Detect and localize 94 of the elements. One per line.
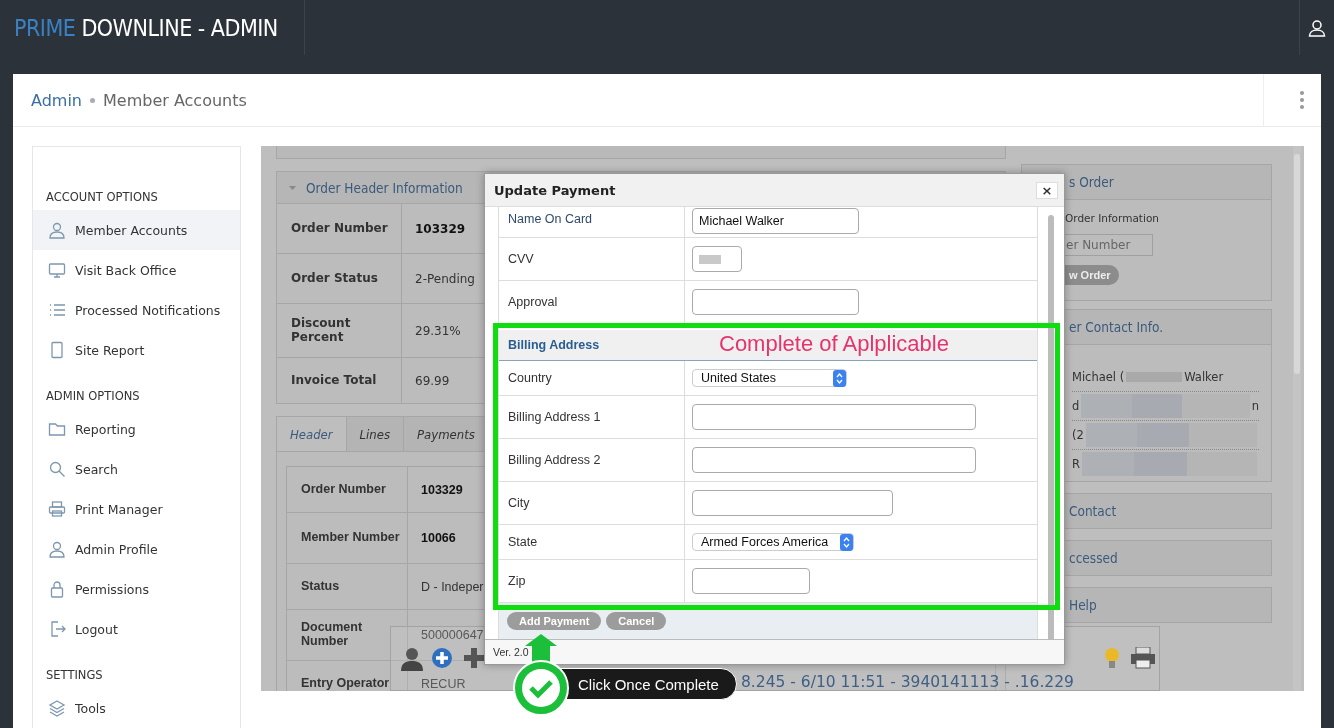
sidebar-item[interactable]: Reporting: [33, 409, 240, 449]
version-text: Ver. 2.0: [493, 646, 529, 658]
contact-text: R: [1072, 457, 1080, 471]
field-label: Member Number: [301, 531, 400, 545]
input-field[interactable]: [692, 289, 859, 315]
field-label: CVV: [499, 238, 685, 280]
field-value: 29.31%: [415, 323, 461, 338]
section-heading: ADMIN OPTIONS: [45, 388, 141, 405]
add-icon[interactable]: [463, 647, 485, 669]
person-icon[interactable]: [401, 647, 423, 671]
contact-text: d: [1072, 399, 1080, 413]
field-value: 69.99: [415, 373, 450, 388]
folder-icon: [48, 420, 66, 438]
field-label: Invoice Total: [291, 373, 377, 388]
input-field[interactable]: [692, 404, 976, 430]
field-label: Order Number: [301, 482, 386, 497]
list-icon: [48, 301, 66, 319]
field-value: RECUR: [421, 676, 466, 691]
dropdown[interactable]: Armed Forces America: [692, 533, 854, 551]
input-field[interactable]: [692, 246, 742, 272]
panel-title: Order Header Information: [306, 179, 463, 196]
user-icon[interactable]: [1308, 18, 1326, 37]
field-value: 2-Pending: [415, 271, 475, 286]
sidebar-item[interactable]: Visit Back Office: [33, 250, 240, 290]
field-label: Approval: [499, 281, 685, 323]
field-label: Name On Card: [499, 207, 685, 237]
field-value: 103329: [421, 482, 463, 497]
status-text: 8.245 - 6/10 11:51 - 3940141113 - .16.229: [741, 673, 1074, 691]
field-label: Order Number: [291, 221, 388, 236]
monitor-icon: [48, 261, 66, 279]
input-field[interactable]: [692, 447, 976, 473]
scrollbar[interactable]: [1294, 154, 1300, 374]
breadcrumb-link[interactable]: Admin: [31, 90, 82, 110]
input-field[interactable]: [692, 568, 810, 594]
field-label: Document Number: [301, 621, 364, 649]
field-label: Zip: [499, 560, 685, 602]
file-icon: [48, 341, 66, 359]
section-heading: ACCOUNT OPTIONS: [45, 189, 159, 206]
section-heading: Billing Address: [508, 338, 600, 352]
sidebar-item[interactable]: Processed Notifications: [33, 290, 240, 330]
input-field[interactable]: Michael Walker: [692, 208, 859, 234]
sidebar-item[interactable]: Member Accounts: [33, 210, 240, 250]
contact-text: Michael (: [1072, 370, 1125, 384]
printer-icon[interactable]: [1131, 647, 1155, 669]
breadcrumb-current: Member Accounts: [103, 90, 247, 110]
add-circle-icon[interactable]: [431, 647, 453, 669]
field-value: D - Indeper: [421, 579, 484, 594]
field-label: Discount Percent: [291, 317, 352, 344]
annotation-text: Complete of Aplplicable: [719, 331, 949, 357]
close-button[interactable]: ×: [1036, 181, 1058, 199]
separator-dot: [90, 97, 95, 103]
sidebar-item[interactable]: Site Report: [33, 330, 240, 370]
dropdown[interactable]: United States: [692, 369, 847, 387]
printer-icon: [48, 500, 66, 518]
lightbulb-icon[interactable]: [1104, 647, 1120, 671]
contact-text: n: [1251, 399, 1259, 413]
lock-icon: [48, 580, 66, 598]
logout-icon: [48, 620, 66, 638]
user-icon: [48, 540, 66, 558]
field-value: 10066: [421, 531, 456, 545]
tab[interactable]: Lines: [346, 417, 405, 451]
scrollbar[interactable]: [1048, 215, 1054, 639]
field-value: 500000647: [421, 628, 484, 642]
sidebar-item[interactable]: Logout: [33, 609, 240, 649]
field-label: Order Status: [291, 271, 378, 286]
sidebar-item[interactable]: Permissions: [33, 569, 240, 609]
field-label: Country: [499, 361, 685, 395]
more-options-icon[interactable]: [1300, 91, 1304, 109]
search-icon: [48, 460, 66, 478]
field-label: Status: [301, 579, 340, 594]
layers-icon: [48, 699, 66, 717]
field-value: 103329: [415, 221, 466, 236]
dialog-title: Update Payment: [494, 182, 616, 198]
field-label: Billing Address 2: [499, 439, 685, 481]
field-label: Billing Address 1: [499, 396, 685, 438]
sidebar-item[interactable]: Print Manager: [33, 489, 240, 529]
tab[interactable]: Header: [277, 417, 347, 451]
app-title: DOWNLINE - ADMIN: [81, 14, 278, 41]
sidebar-item[interactable]: Tools: [33, 688, 240, 728]
sidebar-item[interactable]: Admin Profile: [33, 529, 240, 569]
field-label: Entry Operator: [301, 676, 390, 691]
logo-text: PRIME: [14, 14, 76, 41]
field-label: City: [499, 482, 685, 524]
stepper-icon: [833, 369, 846, 387]
stepper-icon: [840, 533, 853, 551]
collapse-caret-icon[interactable]: [289, 185, 296, 190]
input-field[interactable]: [692, 490, 893, 516]
field-label: Order Information: [1065, 212, 1160, 224]
user-icon: [48, 221, 66, 239]
section-heading: SETTINGS: [45, 667, 104, 684]
contact-text: Walker: [1184, 370, 1224, 384]
contact-text: (2: [1072, 428, 1084, 442]
field-label: State: [499, 525, 685, 559]
sidebar-item[interactable]: Search: [33, 449, 240, 489]
